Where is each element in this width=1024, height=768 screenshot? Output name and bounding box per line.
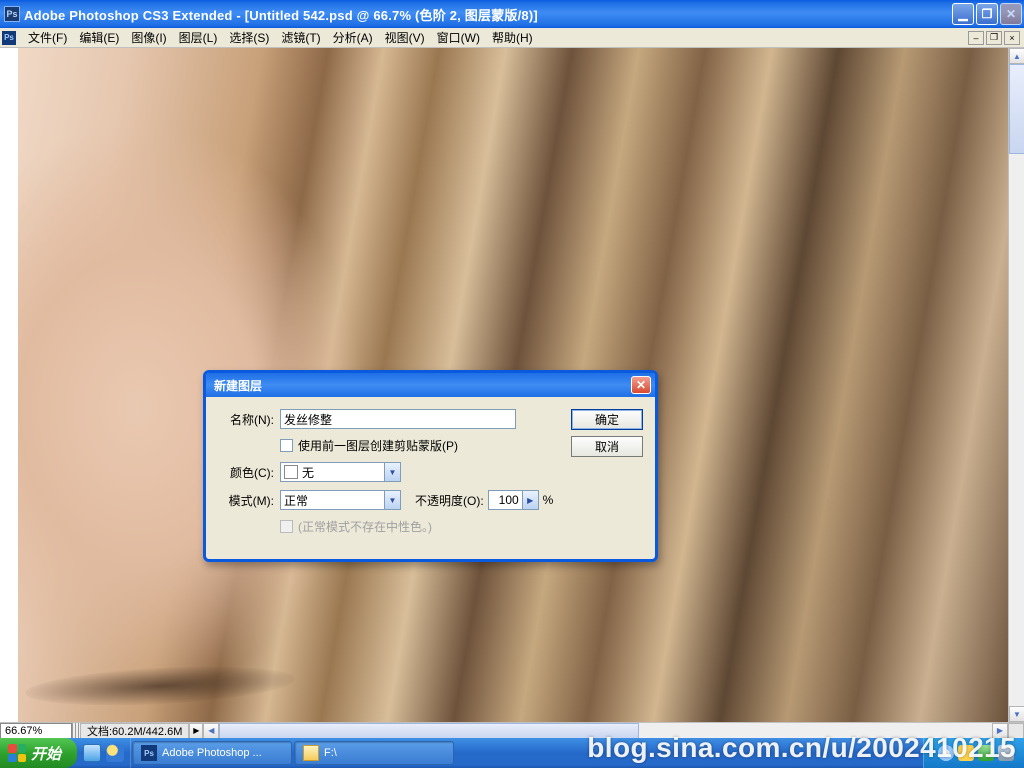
new-layer-dialog: 新建图层 ✕ 确定 取消 名称(N): 使用前一图层创建剪贴蒙版(P) 颜色(C… [203,370,658,562]
menu-image[interactable]: 图像(I) [125,27,172,48]
document-info[interactable]: 文档:60.2M/442.6M [80,723,189,739]
opacity-percent: % [543,493,554,507]
window-titlebar: Ps Adobe Photoshop CS3 Extended - [Untit… [0,0,1024,28]
menu-file[interactable]: 文件(F) [22,27,73,48]
chevron-down-icon[interactable]: ▼ [384,490,401,510]
start-label: 开始 [31,743,61,764]
maximize-button[interactable]: ❐ [976,3,998,25]
scroll-up-arrow-icon[interactable]: ▲ [1009,48,1024,64]
scroll-left-arrow-icon[interactable]: ◀ [203,723,219,739]
doc-minimize-button[interactable]: – [968,31,984,45]
opacity-input[interactable]: ▶ [488,490,539,510]
tray-icon[interactable] [998,745,1014,761]
close-button[interactable]: ✕ [1000,3,1022,25]
app-menu-icon[interactable]: Ps [2,31,16,45]
neutral-fill-label: (正常模式不存在中性色。) [298,518,432,535]
mode-value: 正常 [284,492,308,509]
menu-analysis[interactable]: 分析(A) [327,27,379,48]
dialog-titlebar[interactable]: 新建图层 ✕ [206,373,655,397]
quick-launch-icon[interactable] [106,744,124,762]
horizontal-scrollbar: 66.67% 文档:60.2M/442.6M ▶ ◀ ▶ [0,722,1024,738]
opacity-flyout-icon[interactable]: ▶ [522,490,539,510]
zoom-grip[interactable] [72,723,80,739]
taskbar-task-photoshop[interactable]: Ps Adobe Photoshop ... [132,741,292,765]
dialog-close-button[interactable]: ✕ [631,376,651,394]
minimize-button[interactable]: ▁ [952,3,974,25]
menu-help[interactable]: 帮助(H) [486,27,539,48]
ok-button[interactable]: 确定 [571,409,643,430]
mode-label: 模式(M): [218,492,274,509]
window-title: Adobe Photoshop CS3 Extended - [Untitled… [24,5,952,24]
tray-icon[interactable] [938,745,954,761]
scroll-thumb[interactable] [1009,64,1024,154]
scroll-down-arrow-icon[interactable]: ▼ [1009,706,1024,722]
dialog-title: 新建图层 [214,377,262,394]
doc-restore-button[interactable]: ❐ [986,31,1002,45]
cancel-button[interactable]: 取消 [571,436,643,457]
name-label: 名称(N): [218,411,274,428]
vertical-scrollbar[interactable]: ▲ ▼ [1008,48,1024,722]
system-tray[interactable] [923,738,1024,768]
show-desktop-icon[interactable] [83,744,101,762]
menu-view[interactable]: 视图(V) [379,27,431,48]
hscroll-thumb[interactable] [219,723,639,739]
app-icon: Ps [4,6,20,22]
windows-logo-icon [8,744,26,762]
opacity-value-input[interactable] [488,490,522,510]
color-value: 无 [302,464,314,481]
quick-launch [77,738,131,768]
layer-name-input[interactable] [280,409,516,429]
taskbar-task-explorer[interactable]: F:\ [294,741,454,765]
blend-mode-select[interactable]: 正常 ▼ [280,490,401,510]
menu-filter[interactable]: 滤镜(T) [275,27,326,48]
task-label: Adobe Photoshop ... [162,747,262,759]
clipping-mask-checkbox[interactable] [280,439,293,452]
menu-edit[interactable]: 编辑(E) [73,27,125,48]
color-select[interactable]: 无 ▼ [280,462,401,482]
start-button[interactable]: 开始 [0,738,77,768]
document-area: ▲ ▼ 66.67% 文档:60.2M/442.6M ▶ ◀ ▶ 新建图层 ✕ … [0,48,1024,738]
task-label: F:\ [324,747,337,759]
chevron-down-icon[interactable]: ▼ [384,462,401,482]
clipping-mask-label: 使用前一图层创建剪贴蒙版(P) [298,437,458,454]
taskbar: 开始 Ps Adobe Photoshop ... F:\ [0,738,1024,768]
menubar: Ps 文件(F) 编辑(E) 图像(I) 图层(L) 选择(S) 滤镜(T) 分… [0,28,1024,48]
color-label: 颜色(C): [218,464,274,481]
scroll-right-arrow-icon[interactable]: ▶ [992,723,1008,739]
scroll-corner [1008,723,1024,739]
menu-window[interactable]: 窗口(W) [431,27,486,48]
doc-close-button[interactable]: × [1004,31,1020,45]
zoom-level-input[interactable]: 66.67% [0,723,72,739]
photoshop-icon: Ps [141,745,157,761]
tray-icon[interactable] [958,745,974,761]
menu-select[interactable]: 选择(S) [223,27,275,48]
neutral-fill-checkbox [280,520,293,533]
menu-layer[interactable]: 图层(L) [173,27,224,48]
opacity-label: 不透明度(O): [415,492,484,509]
tray-icon[interactable] [978,745,994,761]
document-info-menu-icon[interactable]: ▶ [189,723,203,739]
color-swatch-icon [284,465,298,479]
folder-icon [303,745,319,761]
